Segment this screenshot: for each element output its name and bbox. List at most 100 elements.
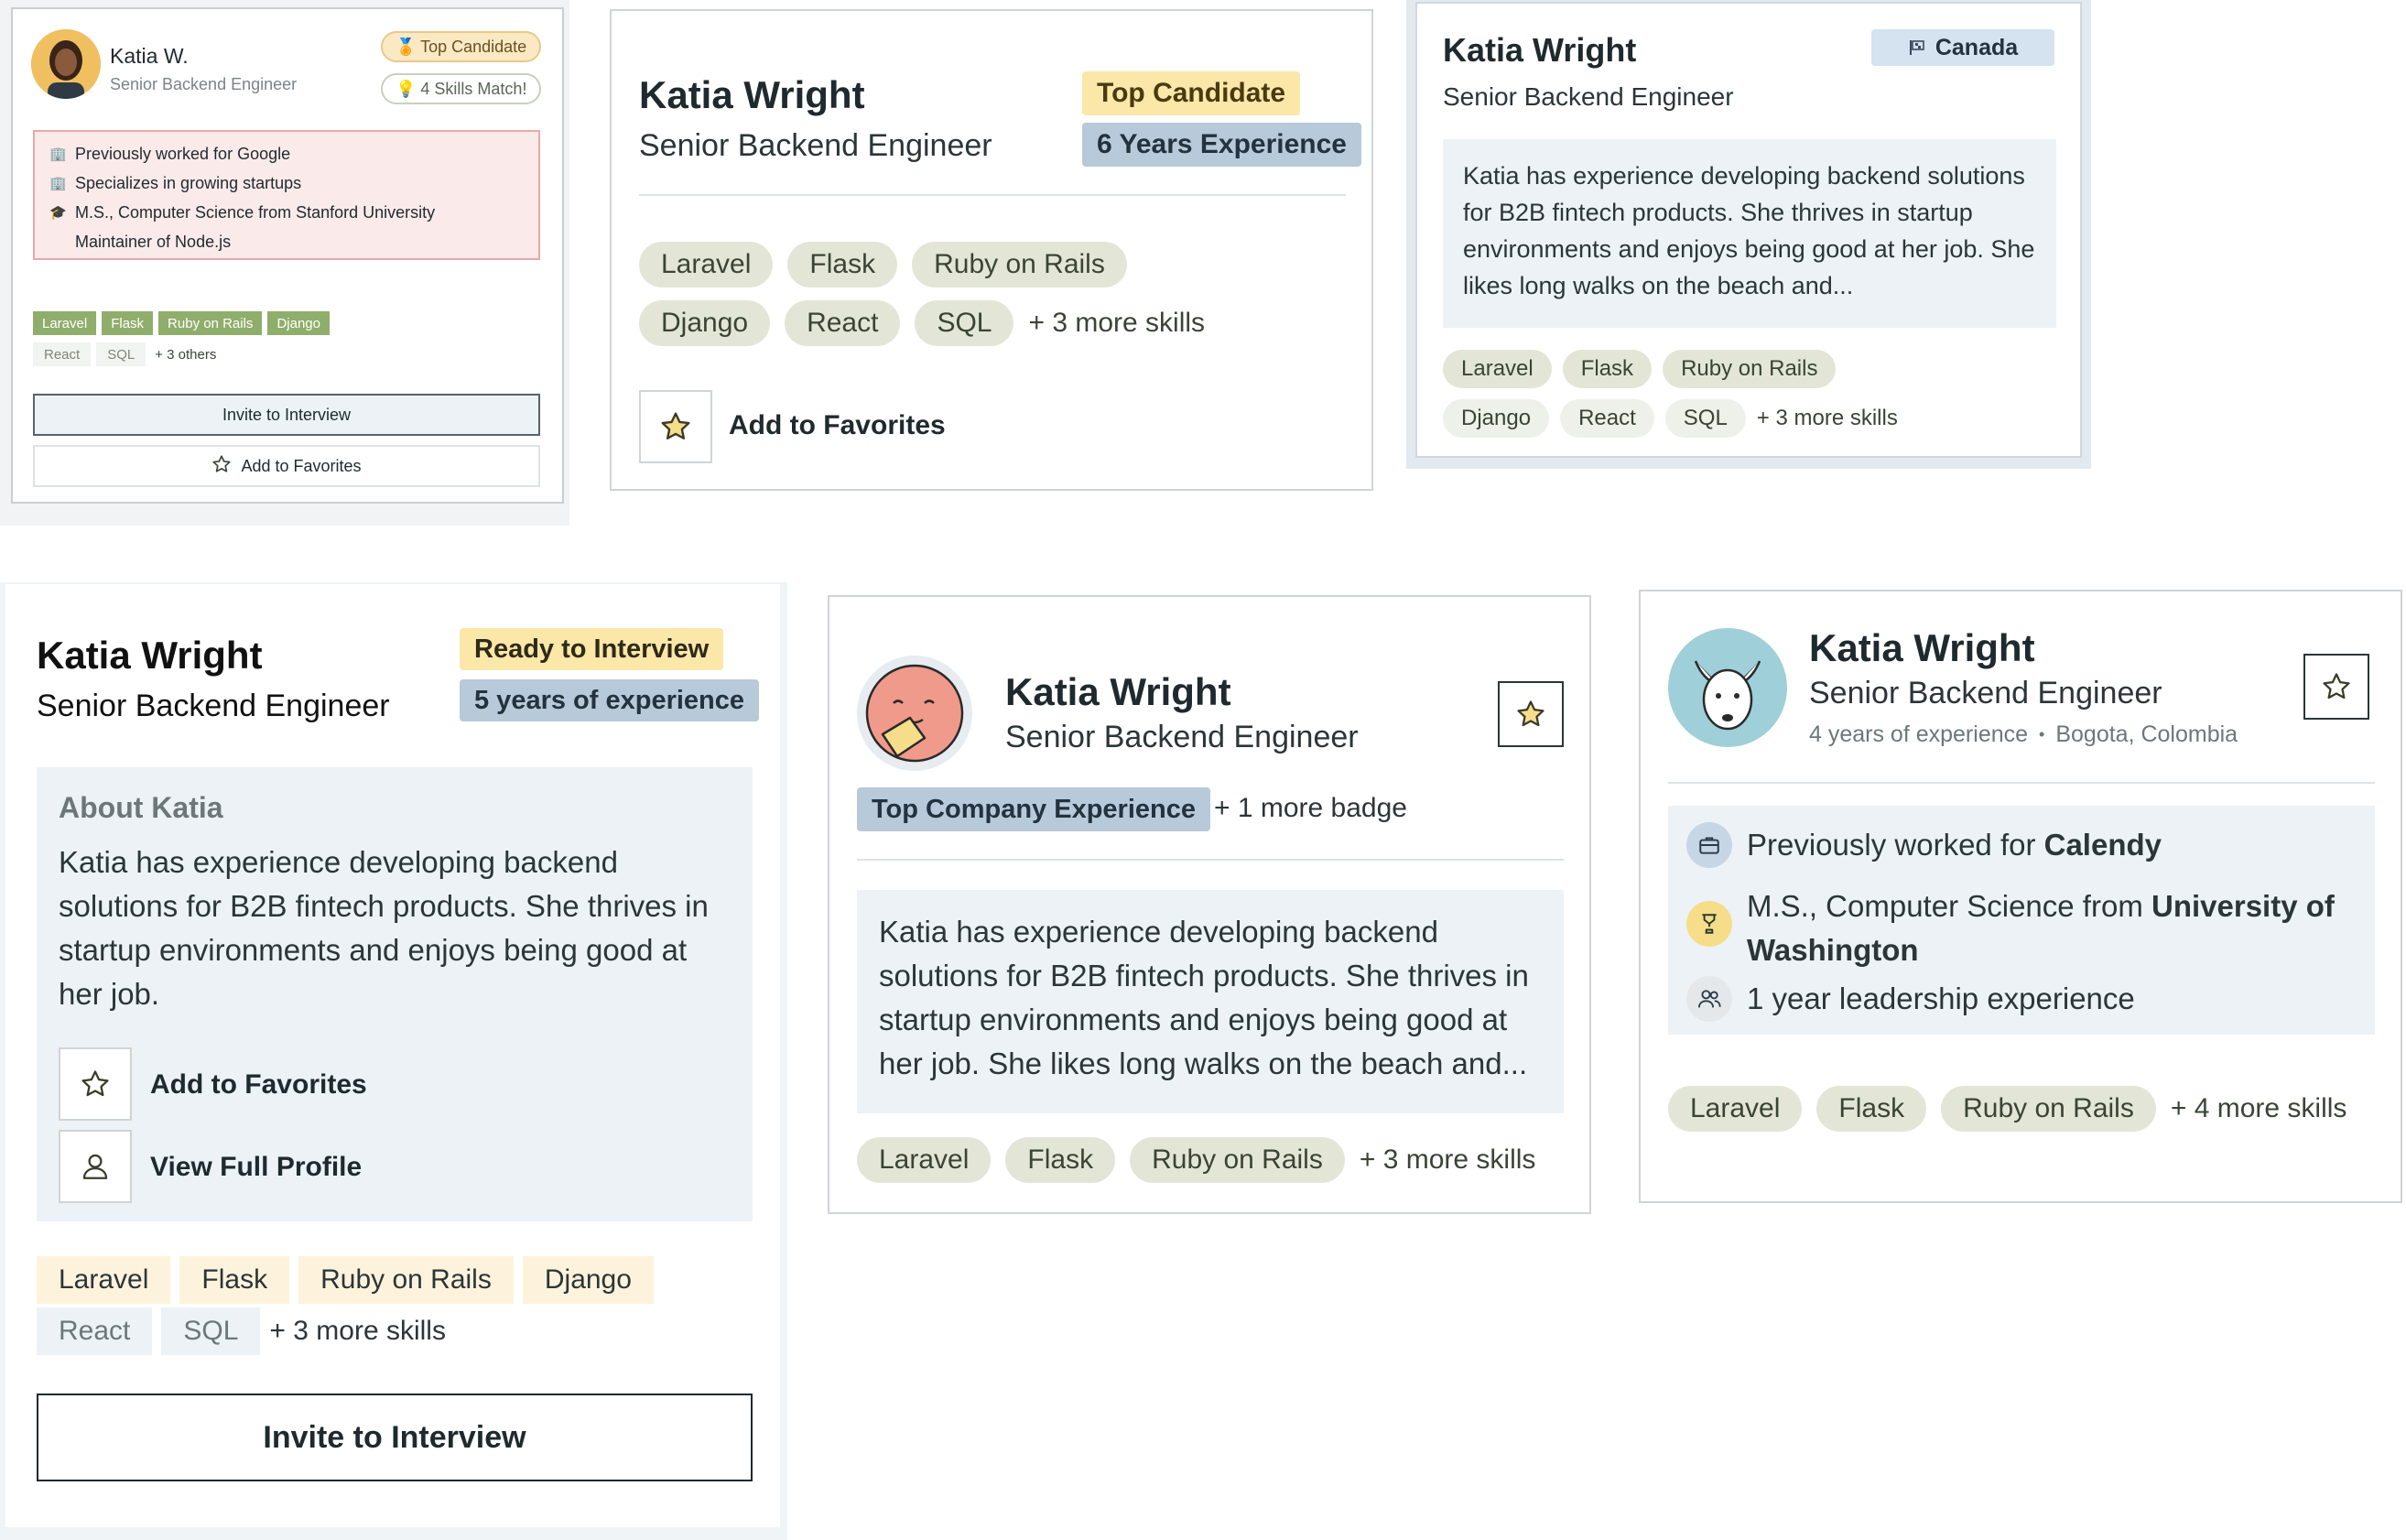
skill-tag: Django (267, 311, 330, 335)
view-profile-link[interactable]: View Full Profile (150, 1152, 362, 1183)
invite-button[interactable]: Invite to Interview (37, 1394, 753, 1481)
bio-text: Katia has experience developing backend … (59, 845, 709, 1011)
highlight-item: 🏢 Specializes in growing startups (49, 173, 302, 192)
more-skills-label: + 3 more skills (269, 1316, 446, 1346)
candidate-card-badges: Katia Wright Senior Backend Engineer Top… (610, 9, 1373, 491)
candidate-title: Senior Backend Engineer (1809, 676, 2162, 710)
divider (639, 194, 1346, 196)
favorite-star-button[interactable] (2303, 654, 2369, 720)
favorite-star-button[interactable] (59, 1047, 132, 1121)
building-icon: 🏢 (49, 176, 67, 191)
location-label: Canada (1935, 34, 2019, 60)
top-candidate-badge: Top Candidate (1082, 71, 1301, 115)
skills-row-2: Django React SQL + 3 more skills (1443, 399, 1898, 438)
skill-tag: Laravel (37, 1256, 171, 1304)
skills-row: Laravel Flask Ruby on Rails + 3 more ski… (857, 1137, 1535, 1183)
candidate-name: Katia Wright (1443, 31, 1637, 69)
skills-row-2: React SQL + 3 more skills (37, 1307, 446, 1355)
skill-tag: React (1560, 399, 1654, 438)
more-skills-label: + 3 more skills (1359, 1144, 1536, 1175)
user-icon (82, 1154, 108, 1179)
skill-tag: Flask (1562, 350, 1653, 388)
highlight-item: Maintainer of Node.js (75, 232, 232, 251)
favorite-star-button[interactable] (639, 390, 712, 463)
skill-tag: Flask (787, 242, 898, 287)
star-icon (661, 412, 690, 439)
view-profile-button[interactable] (59, 1130, 132, 1203)
candidate-title: Senior Backend Engineer (37, 689, 390, 723)
skill-tag: SQL (1664, 399, 1746, 438)
add-favorites-link[interactable]: Add to Favorites (150, 1069, 367, 1101)
graduation-cap-icon: 🎓 (49, 205, 67, 221)
avatar (31, 29, 101, 99)
skill-tag: SQL (915, 300, 1014, 346)
star-icon (1517, 700, 1544, 727)
skill-tag: Django (1443, 399, 1550, 438)
more-skills-label: + 3 more skills (1028, 308, 1206, 338)
add-favorites-link[interactable]: Add to Favorites (729, 410, 946, 441)
favorite-star-button[interactable] (1498, 681, 1564, 747)
bio-panel: Katia has experience developing backend … (1443, 139, 2056, 328)
candidate-card-compact: Katia W. Senior Backend Engineer 🏅 Top C… (11, 7, 564, 504)
skill-tag: Ruby on Rails (1941, 1086, 2156, 1132)
skill-tag: Flask (1005, 1137, 1116, 1183)
candidate-name: Katia Wright (1005, 670, 1231, 713)
divider (1668, 782, 2375, 784)
more-badges-label: + 1 more badge (1214, 793, 1407, 823)
avatar (1668, 628, 1787, 747)
more-skills-label: + 4 more skills (2170, 1093, 2347, 1123)
skill-tag: SQL (161, 1307, 261, 1355)
graduation-icon (1686, 901, 1732, 947)
skill-tag: React (37, 1307, 153, 1355)
top-candidate-badge: 🏅 Top Candidate (381, 31, 542, 62)
skill-tag: Django (639, 300, 771, 346)
flag-icon (1909, 40, 1924, 55)
skill-tag: Ruby on Rails (1663, 350, 1837, 388)
skill-tag: Ruby on Rails (912, 242, 1127, 287)
skills-row: Laravel Flask Ruby on Rails + 4 more ski… (1668, 1086, 2346, 1132)
candidate-name: Katia Wright (639, 73, 865, 116)
skills-row-2: Django React SQL + 3 more skills (639, 300, 1205, 346)
candidate-card-bio: Katia Wright Senior Backend Engineer Can… (1415, 2, 2082, 458)
briefcase-icon (1686, 822, 1732, 868)
skill-tag: Ruby on Rails (1130, 1137, 1345, 1183)
more-skills-label: + 3 others (155, 346, 217, 363)
skills-row-1: Laravel Flask Ruby on Rails (639, 242, 1127, 287)
highlight-item: 🎓 M.S., Computer Science from Stanford Un… (49, 202, 436, 222)
more-skills-label: + 3 more skills (1756, 406, 1898, 430)
bio-text: Katia has experience developing backend … (1463, 162, 2035, 299)
candidate-card-detailed: Katia Wright Senior Backend Engineer Rea… (5, 584, 780, 1527)
skill-tag: Laravel (1668, 1086, 1803, 1132)
candidate-title: Senior Backend Engineer (110, 75, 298, 93)
star-icon (211, 454, 232, 479)
highlights-box: 🏢 Previously worked for Google 🏢 Specializ… (33, 130, 540, 260)
fact-item: 1 year leadership experience (1686, 976, 2135, 1022)
ready-to-interview-badge: Ready to Interview (460, 628, 724, 670)
facts-panel: Previously worked for Calendy M.S., Comp… (1668, 806, 2375, 1035)
skills-row-secondary: React SQL + 3 others (33, 342, 216, 366)
location-label: Bogota, Colombia (2055, 721, 2238, 747)
skills-row-1: Laravel Flask Ruby on Rails Django (37, 1256, 654, 1304)
invite-button[interactable]: Invite to Interview (33, 394, 540, 436)
avatar (857, 656, 972, 771)
candidate-name: Katia W. (110, 44, 189, 68)
candidate-title: Senior Backend Engineer (1443, 82, 1734, 111)
skill-tag: Flask (1816, 1086, 1927, 1132)
building-icon: 🏢 (49, 146, 67, 162)
skill-tag: Ruby on Rails (298, 1256, 514, 1304)
fact-item: Previously worked for Calendy (1686, 822, 2162, 868)
bio-text: Katia has experience developing backend … (879, 915, 1529, 1080)
add-favorites-label: Add to Favorites (241, 456, 362, 475)
add-favorites-button[interactable]: Add to Favorites (33, 445, 540, 487)
skill-tag: Laravel (639, 242, 774, 287)
candidate-title: Senior Backend Engineer (1005, 720, 1359, 754)
skill-tag: Flask (179, 1256, 290, 1304)
skills-row-primary: Laravel Flask Ruby on Rails Django (33, 311, 330, 335)
skill-tag: Laravel (857, 1137, 992, 1183)
skill-tag: Django (522, 1256, 654, 1304)
skill-tag: Laravel (33, 311, 97, 335)
candidate-name: Katia Wright (37, 634, 263, 677)
experience-badge: 6 Years Experience (1082, 123, 1361, 167)
location-badge: Canada (1871, 29, 2054, 66)
skills-match-badge: 💡 4 Skills Match! (381, 73, 542, 104)
